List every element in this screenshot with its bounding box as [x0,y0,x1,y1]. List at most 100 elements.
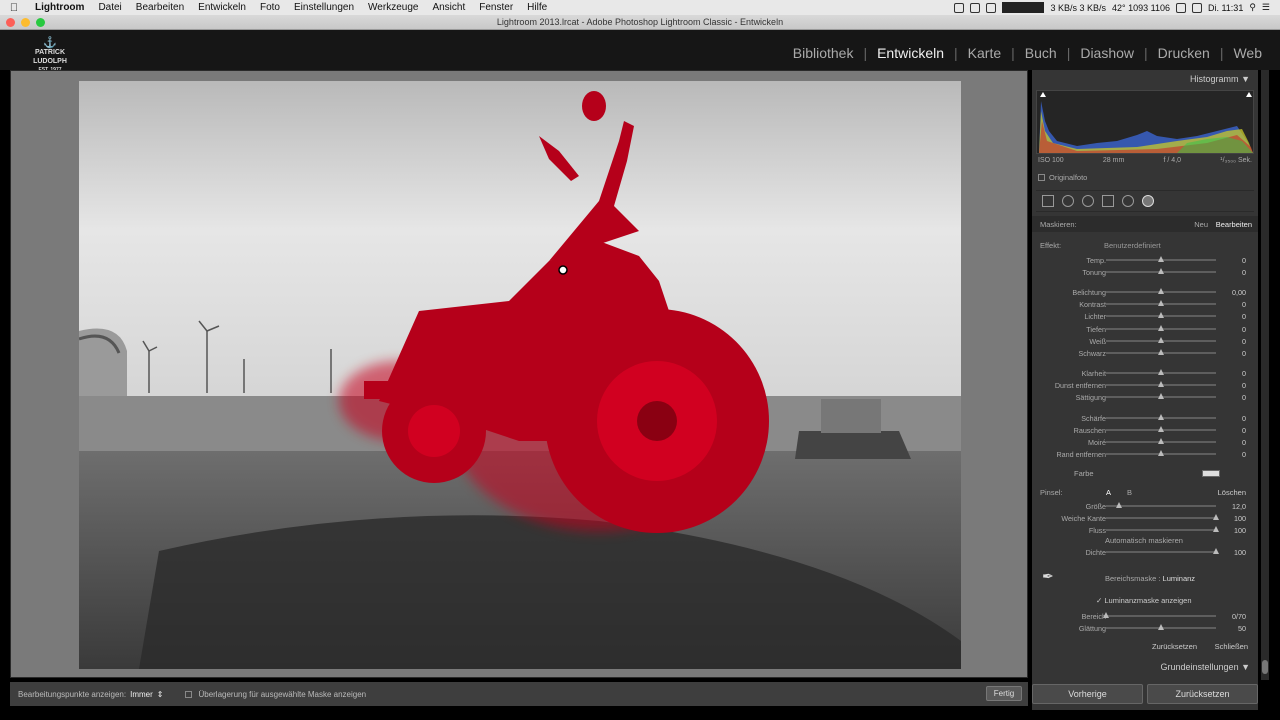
slider-value[interactable]: 0 [1242,381,1246,390]
slider-größe[interactable]: Größe 12,0 [1032,501,1254,511]
slider-track[interactable] [1106,268,1216,274]
slider-knob[interactable] [1213,514,1219,520]
clock[interactable]: Di. 11:31 [1208,3,1243,13]
shadow-clip-icon[interactable] [1040,92,1046,97]
brush-delete-button[interactable]: Löschen [1218,488,1246,497]
slider-tiefen[interactable]: Tiefen 0 [1032,324,1254,334]
slider-knob[interactable] [1158,349,1164,355]
spotlight-icon[interactable]: ⚲ [1249,2,1256,13]
slider-knob[interactable] [1158,381,1164,387]
module-drucken[interactable]: Drucken [1148,45,1220,61]
panel-scrollbar[interactable] [1261,70,1269,680]
slider-schärfe[interactable]: Schärfe 0 [1032,413,1254,423]
slider-value[interactable]: 0 [1242,438,1246,447]
basic-panel-header[interactable]: Grundeinstellungen ▼ [1161,662,1250,672]
slider-dunst-entfernen[interactable]: Dunst entfernen 0 [1032,380,1254,390]
slider-tonung[interactable]: Tonung 0 [1032,267,1254,277]
image-canvas[interactable] [10,70,1028,678]
range-mask-select[interactable]: Luminanz [1163,574,1196,583]
slider-knob[interactable] [1158,450,1164,456]
slider-knob[interactable] [1158,438,1164,444]
close-window-icon[interactable] [6,18,15,27]
menu-entwickeln[interactable]: Entwickeln [191,2,253,13]
slider-bereich[interactable]: Bereich 0/70 [1032,611,1254,621]
edit-points-select[interactable]: Immer [130,690,153,699]
slider-track[interactable] [1106,349,1216,355]
slider-track[interactable] [1106,438,1216,444]
slider-value[interactable]: 100 [1234,548,1246,557]
slider-track[interactable] [1106,548,1219,554]
apple-icon[interactable]:  [0,2,28,14]
histogram[interactable] [1036,90,1254,154]
globe-icon[interactable] [970,2,981,13]
battery-icon[interactable] [1191,2,1202,13]
slider-track[interactable] [1106,300,1216,306]
slider-value[interactable]: 0/70 [1232,612,1246,621]
module-web[interactable]: Web [1223,45,1272,61]
slider-value[interactable]: 100 [1234,514,1246,523]
menu-list-icon[interactable]: ☰ [1262,2,1270,13]
luminance-overlay-toggle[interactable]: ✓ Luminanzmaske anzeigen [1096,596,1192,605]
slider-track[interactable] [1106,381,1216,387]
slider-track[interactable] [1106,325,1216,331]
slider-rauschen[interactable]: Rauschen 0 [1032,425,1254,435]
menu-ansicht[interactable]: Ansicht [425,2,472,13]
module-buch[interactable]: Buch [1015,45,1067,61]
slider-track[interactable] [1106,526,1219,532]
slider-track[interactable] [1106,450,1216,456]
radial-filter-icon[interactable] [1122,195,1134,207]
slider-knob[interactable] [1158,414,1164,420]
slider-value[interactable]: 0,00 [1232,288,1246,297]
effect-select[interactable]: Benutzerdefiniert [1104,241,1161,250]
slider-value[interactable]: 0 [1242,268,1246,277]
slider-track[interactable] [1106,426,1216,432]
slider-belichtung[interactable]: Belichtung 0,00 [1032,287,1254,297]
slider-temp[interactable]: Temp. 0 [1032,255,1254,265]
crop-tool-icon[interactable] [1042,195,1054,207]
wifi-icon[interactable] [1175,2,1186,13]
slider-value[interactable]: 0 [1242,325,1246,334]
mask-new-button[interactable]: Neu [1194,220,1208,229]
original-photo-toggle[interactable]: Originalfoto [1038,173,1087,182]
color-swatch[interactable] [1202,470,1220,477]
reset-button[interactable]: Zurücksetzen [1147,684,1258,704]
slider-kontrast[interactable]: Kontrast 0 [1032,299,1254,309]
photo-image[interactable] [79,81,961,669]
slider-knob[interactable] [1158,393,1164,399]
original-checkbox[interactable] [1038,174,1045,181]
slider-value[interactable]: 0 [1242,393,1246,402]
dropbox-icon[interactable] [986,2,997,13]
slider-track[interactable] [1106,369,1216,375]
photo-preview[interactable] [79,81,961,669]
module-entwickeln[interactable]: Entwickeln [867,45,954,61]
slider-value[interactable]: 0 [1242,450,1246,459]
slider-value[interactable]: 12,0 [1232,502,1246,511]
slider-weiche-kante[interactable]: Weiche Kante 100 [1032,513,1254,523]
module-karte[interactable]: Karte [958,45,1011,61]
adjustment-pin-icon[interactable] [558,265,568,275]
slider-value[interactable]: 0 [1242,426,1246,435]
slider-value[interactable]: 0 [1242,414,1246,423]
slider-value[interactable]: 0 [1242,312,1246,321]
eyedropper-icon[interactable]: ✒ [1042,568,1062,588]
mask-edit-button[interactable]: Bearbeiten [1216,220,1252,229]
slider-knob[interactable] [1158,624,1164,630]
slider-fluss[interactable]: Fluss 100 [1032,525,1254,535]
slider-track[interactable] [1103,612,1216,618]
histogram-header[interactable]: Histogramm ▼ [1190,74,1250,84]
slider-track[interactable] [1106,393,1216,399]
camera-icon[interactable] [954,2,965,13]
red-eye-icon[interactable] [1082,195,1094,207]
slider-knob[interactable] [1158,312,1164,318]
slider-track[interactable] [1106,312,1216,318]
slider-knob[interactable] [1158,426,1164,432]
slider-track[interactable] [1106,414,1216,420]
slider-sättigung[interactable]: Sättigung 0 [1032,392,1254,402]
slider-value[interactable]: 0 [1242,349,1246,358]
slider-value[interactable]: 50 [1238,624,1246,633]
brush-b-button[interactable]: B [1127,488,1132,497]
slider-track[interactable] [1106,337,1216,343]
slider-track[interactable] [1106,502,1216,508]
collapse-triangle-icon[interactable]: ▼ [1241,74,1250,84]
slider-knob[interactable] [1158,369,1164,375]
